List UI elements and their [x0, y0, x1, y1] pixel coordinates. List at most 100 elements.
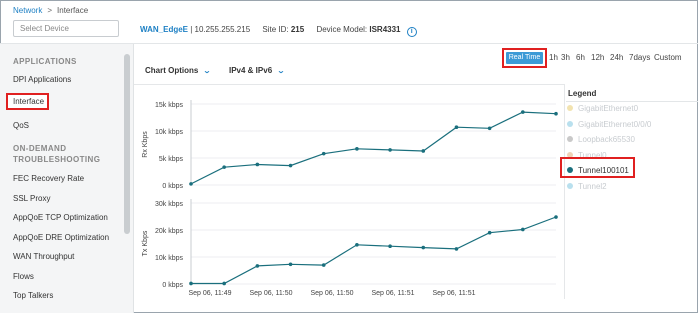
- site-id-label: Site ID:: [262, 25, 289, 34]
- sidebar-item-interface[interactable]: Interface: [6, 93, 49, 110]
- device-model-label: Device Model:: [316, 25, 368, 34]
- legend-item-label: Loopback65530: [578, 135, 635, 144]
- breadcrumb: Network > Interface: [13, 6, 88, 15]
- section-title-line2: TROUBLESHOOTING: [13, 155, 101, 164]
- range-6h-button[interactable]: 6h: [576, 53, 585, 62]
- data-point: [521, 227, 525, 232]
- sidebar-item-fec-recovery-rate[interactable]: FEC Recovery Rate: [13, 174, 84, 183]
- sidebar-section-troubleshooting: ON-DEMAND TROUBLESHOOTING: [13, 143, 100, 165]
- info-icon[interactable]: i: [406, 27, 417, 37]
- sidebar-item-appqoe-tcp[interactable]: AppQoE TCP Optimization: [13, 213, 108, 222]
- y-tick-label: 5k kbps: [159, 156, 184, 163]
- range-3h-button[interactable]: 3h: [561, 53, 570, 62]
- top-bar: Network > Interface Select Device WAN_Edge…: [0, 0, 698, 44]
- legend-item[interactable]: GigabitEthernet0: [567, 104, 638, 113]
- select-device-dropdown[interactable]: Select Device: [13, 20, 119, 37]
- series-line: [191, 216, 557, 285]
- data-point: [222, 281, 226, 286]
- data-point: [189, 182, 193, 186]
- data-point: [321, 151, 326, 156]
- range-7days-button[interactable]: 7days: [629, 53, 650, 62]
- section-title-line1: ON-DEMAND: [13, 144, 67, 153]
- sidebar-item-appqoe-dre[interactable]: AppQoE DRE Optimization: [13, 233, 109, 242]
- y-tick-label: 0 kbps: [162, 183, 183, 190]
- data-point: [521, 110, 525, 114]
- range-12h-button[interactable]: 12h: [591, 53, 604, 62]
- sidebar-item-dpi-applications[interactable]: DPI Applications: [13, 75, 71, 84]
- legend-highlight: [560, 157, 635, 178]
- range-1h-button[interactable]: 1h: [549, 53, 558, 62]
- y-tick-label: 10k kbps: [155, 129, 184, 136]
- data-point: [288, 262, 293, 267]
- device-info: WAN_EdgeE | 10.255.255.215 Site ID: 215 …: [140, 25, 417, 37]
- legend-item-label: GigabitEthernet0/0/0: [578, 120, 652, 129]
- x-tick-label: Sep 06, 11:51: [371, 290, 414, 297]
- throughput-charts: 0 kbps 5k kbps 10k kbps 15k kbps Rx Kbps 0 kb…: [142, 100, 558, 297]
- x-tick-label: Sep 06, 11:49: [188, 290, 231, 297]
- data-point: [189, 281, 193, 286]
- chart-options-dropdown[interactable]: Chart Options ⌄: [145, 66, 212, 75]
- x-tick-label: Sep 06, 11:50: [310, 290, 353, 297]
- sidebar-item-ssl-proxy[interactable]: SSL Proxy: [13, 194, 51, 203]
- data-point: [355, 243, 359, 247]
- data-point: [388, 244, 392, 248]
- sidebar-item-wan-throughput[interactable]: WAN Throughput: [13, 252, 74, 261]
- device-ip: | 10.255.255.215: [188, 25, 251, 34]
- real-time-button[interactable]: Real Time: [506, 52, 543, 64]
- site-id-value: 215: [290, 25, 305, 34]
- sidebar-scrollbar[interactable]: [124, 54, 130, 234]
- legend-dot-icon: [567, 136, 573, 142]
- device-model-value: ISR4331: [369, 25, 401, 34]
- legend-divider: [566, 101, 698, 102]
- device-hostname: WAN_EdgeE: [140, 25, 189, 34]
- data-point: [421, 245, 426, 250]
- y-axis-label: Tx Kbps: [142, 230, 149, 256]
- y-tick-label: 30k kbps: [155, 201, 184, 208]
- sidebar: APPLICATIONS DPI Applications Interface …: [0, 44, 134, 313]
- breadcrumb-network-link[interactable]: Network: [13, 6, 42, 15]
- y-axis-label: Rx Kbps: [142, 131, 149, 158]
- data-point: [388, 148, 392, 152]
- x-tick-label: Sep 06, 11:51: [432, 290, 475, 297]
- legend-item-label: Tunnel2: [578, 182, 607, 191]
- sidebar-section-applications: APPLICATIONS: [13, 57, 77, 66]
- legend-dot-icon: [567, 105, 573, 111]
- data-point: [554, 111, 558, 116]
- chart-options-label: Chart Options: [145, 66, 199, 75]
- data-point: [454, 247, 459, 251]
- breadcrumb-current: Interface: [57, 6, 89, 15]
- range-24h-button[interactable]: 24h: [610, 53, 623, 62]
- ip-filter-dropdown[interactable]: IPv4 & IPv6 ⌄: [229, 66, 286, 75]
- data-point: [554, 215, 558, 219]
- data-point: [255, 162, 260, 167]
- sidebar-item-qos[interactable]: QoS: [13, 121, 29, 130]
- chevron-down-icon: ⌄: [203, 68, 212, 75]
- data-point: [321, 263, 326, 267]
- chart-area: 0 kbps 5k kbps 10k kbps 15k kbps Rx Kbps 0 kb…: [134, 84, 565, 299]
- y-tick-label: 0 kbps: [162, 282, 183, 289]
- ip-filter-label: IPv4 & IPv6: [229, 66, 273, 75]
- breadcrumb-separator: >: [47, 6, 53, 15]
- data-point: [222, 165, 226, 169]
- x-tick-label: Sep 06, 11:50: [249, 290, 292, 297]
- data-point: [255, 264, 260, 268]
- range-custom-button[interactable]: Custom: [654, 53, 682, 62]
- legend-item-label: GigabitEthernet0: [578, 104, 639, 113]
- legend-title: Legend: [568, 89, 597, 98]
- chevron-down-icon: ⌄: [276, 68, 286, 75]
- sidebar-item-flows[interactable]: Flows: [13, 272, 34, 281]
- legend-dot-icon: [567, 121, 573, 127]
- real-time-highlight: Real Time: [502, 48, 547, 68]
- legend-item[interactable]: GigabitEthernet0/0/0: [567, 120, 651, 129]
- y-tick-label: 15k kbps: [155, 102, 184, 109]
- data-point: [421, 149, 426, 153]
- sidebar-item-top-talkers[interactable]: Top Talkers: [13, 291, 53, 300]
- data-point: [487, 230, 492, 235]
- y-tick-label: 20k kbps: [155, 228, 184, 235]
- legend-item[interactable]: Tunnel2: [567, 182, 607, 191]
- series-line: [190, 111, 557, 185]
- data-point: [288, 163, 293, 168]
- data-point: [487, 126, 492, 131]
- legend-item[interactable]: Loopback65530: [567, 135, 635, 144]
- y-tick-label: 10k kbps: [155, 255, 184, 262]
